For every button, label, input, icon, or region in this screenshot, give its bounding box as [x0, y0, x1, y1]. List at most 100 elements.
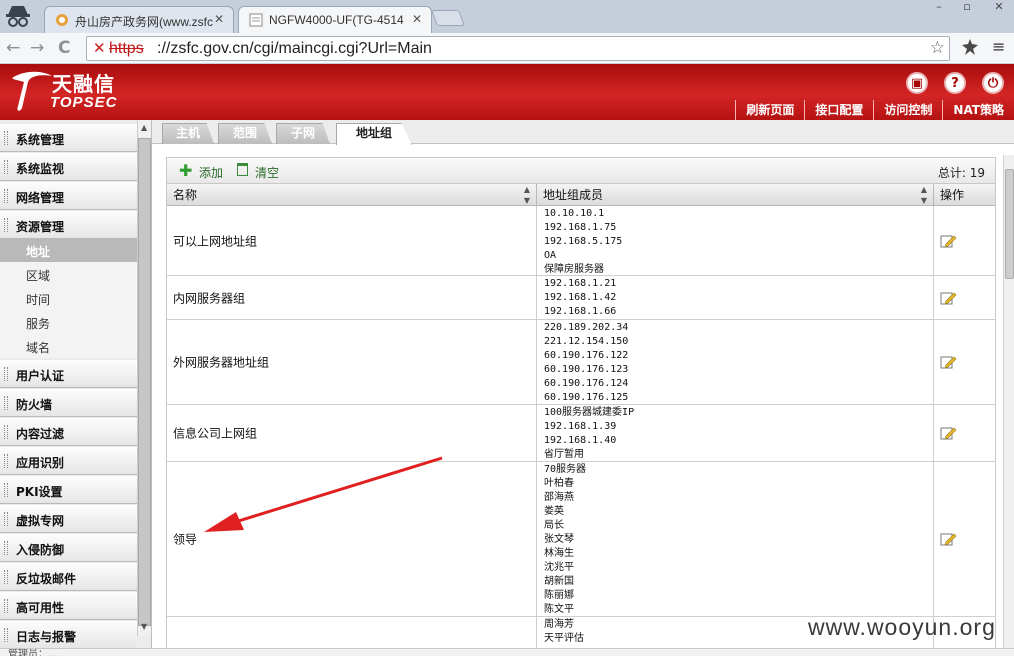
sidebar-item-anti-spam[interactable]: 反垃圾邮件 — [0, 563, 137, 591]
bookmark-star-icon[interactable]: ☆ — [930, 38, 945, 58]
cell-group-members: 220.189.202.34 221.12.154.150 60.190.176.1… — [537, 320, 934, 404]
content-scrollbar[interactable] — [1003, 155, 1014, 656]
sidebar-item-label: 虚拟专网 — [16, 514, 65, 528]
sidebar-item-system-management[interactable]: 系统管理 — [0, 124, 137, 152]
new-tab-button[interactable] — [431, 10, 465, 26]
sidebar-item-log-alarm[interactable]: 日志与报警 — [0, 621, 137, 649]
sidebar-item-firewall[interactable]: 防火墙 — [0, 389, 137, 417]
group-member: 省厅暂用 — [544, 449, 584, 460]
sidebar-item-pki-settings[interactable]: PKI设置 — [0, 476, 137, 504]
extension-icon[interactable] — [960, 37, 980, 57]
browser-tab-ngfw[interactable]: NGFW4000-UF(TG-4514 ✕ — [238, 6, 432, 33]
trash-icon[interactable] — [237, 163, 248, 176]
refresh-page-link[interactable]: 刷新页面 — [735, 100, 804, 120]
tab-host[interactable]: 主机 — [162, 123, 214, 144]
content-scroll-thumb[interactable] — [1005, 169, 1014, 279]
cell-group-name: 领导 — [167, 462, 537, 616]
sidebar-item-intrusion-prevention[interactable]: 入侵防御 — [0, 534, 137, 562]
sort-icon[interactable]: ▲ ▼ — [524, 184, 530, 206]
column-header-name[interactable]: 名称 ▲ ▼ — [167, 184, 537, 206]
group-member: 192.168.1.39 — [544, 421, 617, 432]
address-bar[interactable]: ✕ https ://zsfc.gov.cn/cgi/maincgi.cgi?U… — [86, 36, 950, 61]
tab-subnet[interactable]: 子网 — [276, 123, 330, 144]
group-member: 陈丽娜 — [544, 590, 574, 601]
group-member: 邵海燕 — [544, 492, 574, 503]
save-icon[interactable]: ▣ — [906, 72, 928, 94]
maximize-icon[interactable]: ▫ — [954, 0, 980, 15]
status-text: 管理员：... — [8, 649, 58, 656]
edit-icon[interactable] — [940, 532, 957, 546]
table-row[interactable]: 内网服务器组 192.168.1.21 192.168.1.42 192.168.1.… — [167, 276, 995, 320]
sidebar-item-label: 系统管理 — [16, 133, 65, 147]
clear-button[interactable]: 清空 — [255, 164, 279, 181]
grip-icon — [4, 131, 8, 145]
column-header-members[interactable]: 地址组成员 ▲ ▼ — [537, 184, 934, 206]
group-member: 局长 — [544, 520, 564, 531]
reload-icon[interactable]: C — [58, 38, 70, 58]
back-icon[interactable]: ← — [6, 38, 20, 58]
scroll-down-icon[interactable]: ▼ — [141, 622, 147, 631]
edit-icon[interactable] — [940, 234, 957, 248]
close-tab-icon[interactable]: ✕ — [214, 12, 224, 26]
table-row[interactable]: 外网服务器地址组 220.189.202.34 221.12.154.150 60.1… — [167, 320, 995, 405]
sidebar-item-label: 资源管理 — [16, 220, 65, 234]
sidebar-subitem-domain[interactable]: 域名 — [0, 334, 137, 358]
cell-group-members: 192.168.1.21 192.168.1.42 192.168.1.66 — [537, 276, 934, 319]
column-header-action: 操作 — [934, 184, 995, 206]
table-row[interactable]: 可以上网地址组 10.10.10.1 192.168.1.75 192.168.5.1… — [167, 206, 995, 276]
group-name: 外网服务器地址组 — [173, 355, 270, 370]
browser-tab-zsfc[interactable]: 舟山房产政务网(www.zsfc ✕ — [44, 6, 234, 33]
minimize-icon[interactable]: – — [926, 0, 952, 15]
sidebar-item-app-identification[interactable]: 应用识别 — [0, 447, 137, 475]
sidebar-item-network-management[interactable]: 网络管理 — [0, 182, 137, 210]
sidebar-item-user-auth[interactable]: 用户认证 — [0, 360, 137, 388]
browser-tab-title: NGFW4000-UF(TG-4514 — [269, 13, 404, 27]
grip-icon — [4, 160, 8, 174]
logout-icon[interactable]: ⏻ — [982, 72, 1004, 94]
cell-action — [934, 206, 995, 275]
table-header: 名称 ▲ ▼ 地址组成员 ▲ ▼ 操作 — [167, 184, 995, 206]
sidebar-item-resource-management[interactable]: 资源管理 — [0, 211, 137, 239]
sidebar-item-content-filter[interactable]: 内容过滤 — [0, 418, 137, 446]
help-icon[interactable]: ? — [944, 72, 966, 94]
sidebar-subitem-address[interactable]: 地址 — [0, 238, 137, 262]
grip-icon — [4, 396, 8, 410]
interface-config-link[interactable]: 接口配置 — [804, 100, 873, 120]
page-favicon-icon — [249, 13, 263, 27]
grip-icon — [4, 599, 8, 613]
group-name: 可以上网地址组 — [173, 234, 258, 248]
edit-icon[interactable] — [940, 291, 957, 305]
grip-icon — [4, 367, 8, 381]
group-member: 192.168.1.42 — [544, 292, 617, 303]
table-row[interactable]: 领导 70服务器 叶柏春 邵海燕 娄英 局长 张文琴 林海生 沈兆平 胡新国 陈丽娜 陈文平 — [167, 462, 995, 617]
sidebar-subitem-zone[interactable]: 区域 — [0, 262, 137, 286]
sidebar-subitem-time[interactable]: 时间 — [0, 286, 137, 310]
group-member: 胡新国 — [544, 576, 574, 587]
sidebar-subitem-label: 地址 — [26, 245, 51, 259]
browser-menu-icon[interactable]: ≡ — [992, 37, 1005, 56]
edit-icon[interactable] — [940, 355, 957, 369]
sidebar-item-label: 日志与报警 — [16, 630, 77, 644]
sidebar-item-system-monitor[interactable]: 系统监视 — [0, 153, 137, 181]
tab-address-group[interactable]: 地址组 — [336, 123, 412, 145]
sidebar-item-high-availability[interactable]: 高可用性 — [0, 592, 137, 620]
browser-tabstrip: 舟山房产政务网(www.zsfc ✕ NGFW4000-UF(TG-4514 ✕… — [0, 0, 1014, 33]
sidebar-scroll-thumb[interactable] — [138, 138, 151, 626]
nat-policy-link[interactable]: NAT策略 — [942, 100, 1014, 120]
access-control-link[interactable]: 访问控制 — [873, 100, 942, 120]
forward-icon[interactable]: → — [30, 38, 44, 58]
sidebar-item-label: 入侵防御 — [16, 543, 65, 557]
close-window-icon[interactable]: ✕ — [986, 0, 1012, 15]
table-row[interactable]: 信息公司上网组 100服务器城建委IP 192.168.1.39 192.168.1.… — [167, 405, 995, 462]
add-icon[interactable]: ✚ — [179, 161, 192, 180]
edit-icon[interactable] — [940, 426, 957, 440]
sidebar-subitem-service[interactable]: 服务 — [0, 310, 137, 334]
sort-icon[interactable]: ▲ ▼ — [921, 184, 927, 206]
scroll-up-icon[interactable]: ▲ — [141, 123, 147, 132]
group-member: 60.190.176.125 — [544, 392, 629, 403]
close-tab-icon[interactable]: ✕ — [412, 12, 422, 26]
sidebar-item-vpn[interactable]: 虚拟专网 — [0, 505, 137, 533]
group-member: 192.168.1.21 — [544, 278, 617, 289]
add-button[interactable]: 添加 — [199, 164, 223, 181]
tab-range[interactable]: 范围 — [218, 123, 272, 144]
